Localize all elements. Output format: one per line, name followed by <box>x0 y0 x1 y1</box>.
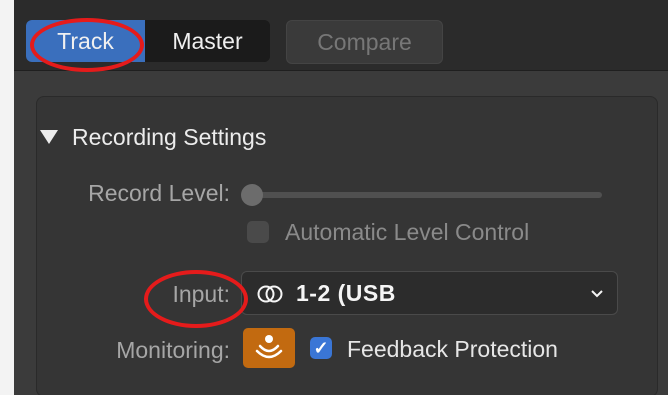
tab-master[interactable]: Master <box>145 20 270 62</box>
record-level-label: Record Level: <box>88 180 230 206</box>
automatic-level-control-checkbox[interactable] <box>247 221 269 243</box>
section-title: Recording Settings <box>72 123 267 150</box>
toolbar: Track Master Compare <box>14 0 668 71</box>
compare-button[interactable]: Compare <box>286 20 443 64</box>
track-master-segmented-control: Track Master <box>26 20 270 62</box>
record-level-slider-thumb[interactable] <box>241 184 263 206</box>
recording-settings-disclosure[interactable]: Recording Settings <box>40 122 266 152</box>
stereo-link-icon <box>256 283 284 303</box>
automatic-level-control-label: Automatic Level Control <box>285 219 530 245</box>
chevron-down-icon <box>589 281 605 299</box>
record-level-slider[interactable] <box>252 192 602 198</box>
monitoring-icon <box>254 332 284 365</box>
monitoring-label: Monitoring: <box>116 337 230 363</box>
input-value: 1-2 (USB <box>296 279 396 306</box>
input-dropdown[interactable]: 1-2 (USB <box>241 271 618 315</box>
input-label: Input: <box>172 281 230 307</box>
monitoring-button[interactable] <box>243 328 295 368</box>
feedback-protection-label: Feedback Protection <box>347 336 558 362</box>
tab-track[interactable]: Track <box>26 20 145 62</box>
disclosure-triangle-icon <box>40 130 58 144</box>
feedback-protection-checkbox[interactable]: ✓ <box>310 337 332 359</box>
checkmark-icon: ✓ <box>313 337 329 358</box>
